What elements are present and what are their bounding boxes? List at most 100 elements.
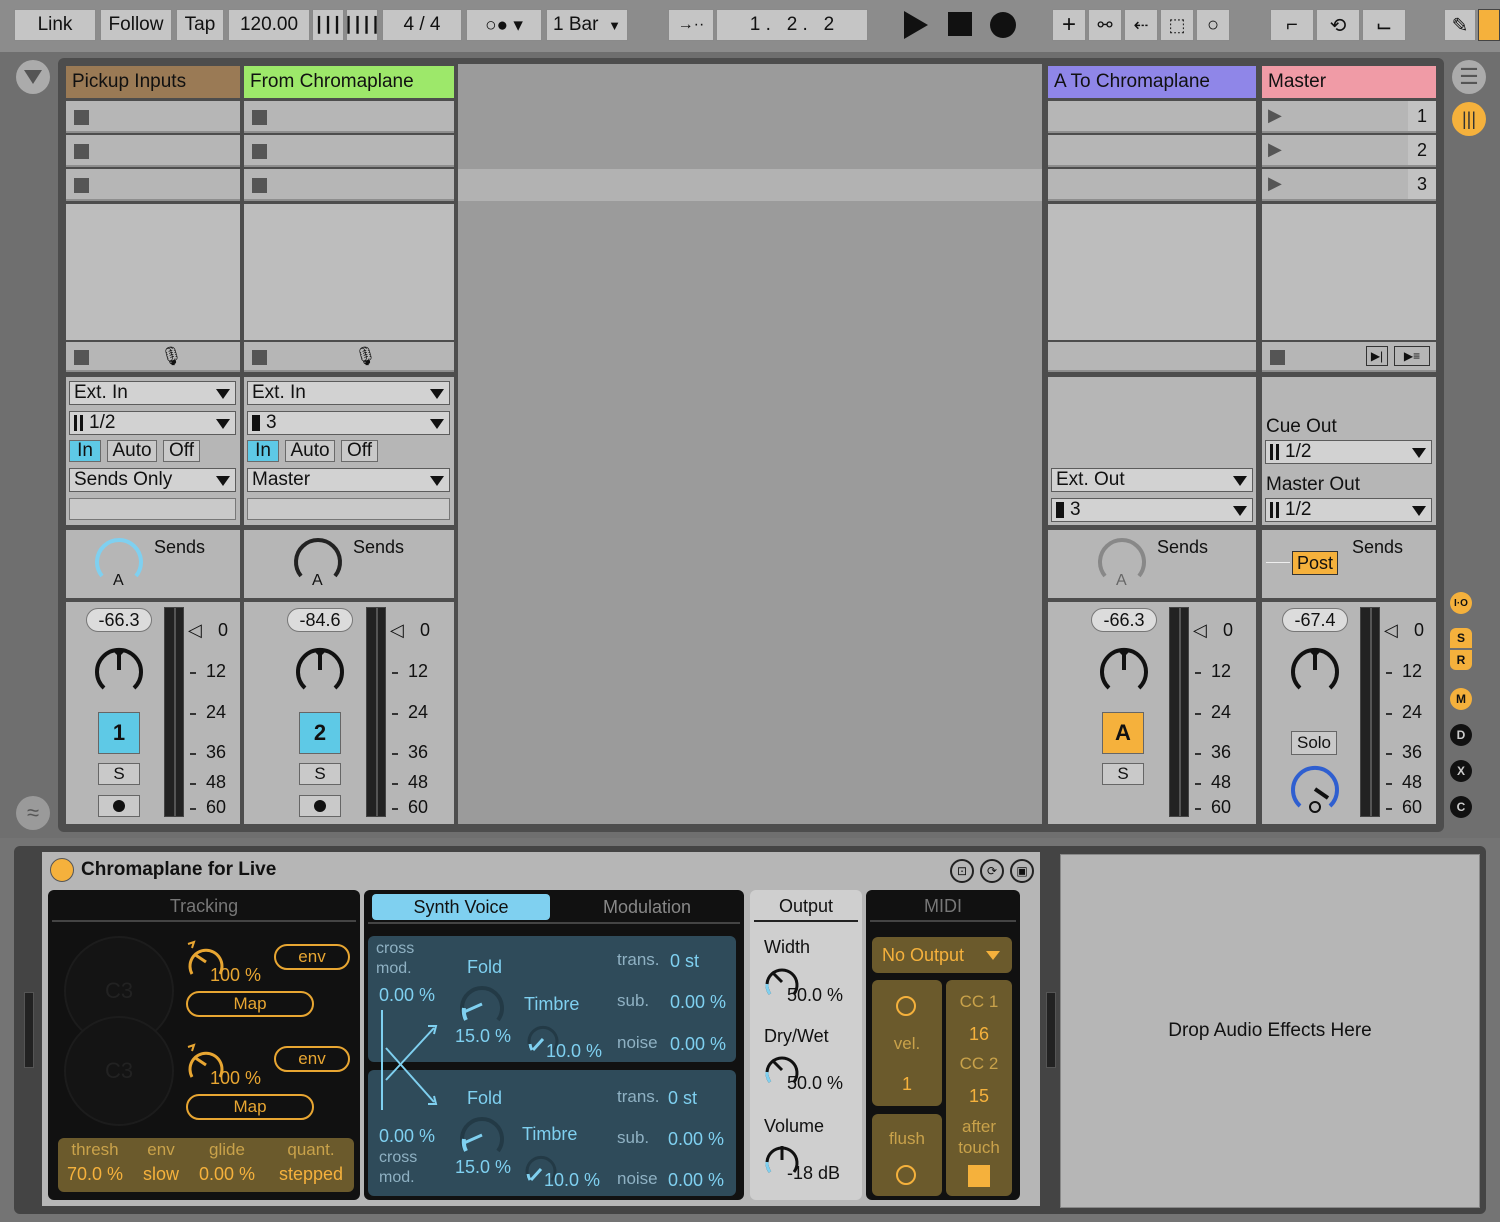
- scene-launch[interactable]: ▶ 3: [1262, 169, 1436, 201]
- stop-button-icon[interactable]: [252, 144, 267, 159]
- metronome-button[interactable]: ○● ▾: [466, 9, 542, 41]
- cc2-value[interactable]: 15: [946, 1086, 1012, 1107]
- hamburger-menu-icon[interactable]: ☰: [1452, 60, 1486, 94]
- pan-knob[interactable]: [92, 644, 146, 698]
- monitor-in-button[interactable]: In: [69, 440, 101, 462]
- audio-effects-drop-area[interactable]: Drop Audio Effects Here: [1060, 854, 1480, 1208]
- volume-field[interactable]: -84.6: [287, 608, 353, 632]
- stop-all-clips-icon[interactable]: [1270, 350, 1285, 365]
- voice-1-noise-value[interactable]: 0.00 %: [670, 1034, 726, 1055]
- return-track-header[interactable]: A To Chromaplane: [1048, 66, 1256, 98]
- track-activator-button[interactable]: A: [1102, 712, 1144, 754]
- time-signature-field[interactable]: 4 / 4: [382, 9, 462, 41]
- collapse-triangle-icon[interactable]: [16, 60, 50, 94]
- flush-button-icon[interactable]: [896, 1165, 916, 1185]
- pan-knob[interactable]: [1097, 644, 1151, 698]
- clip-slot[interactable]: [66, 169, 240, 201]
- add-icon[interactable]: +: [1052, 9, 1086, 41]
- thresh-param[interactable]: thresh 70.0 %: [60, 1140, 130, 1185]
- volume-fader-triangle-icon[interactable]: ◁: [188, 620, 202, 641]
- clip-slot[interactable]: [66, 135, 240, 167]
- record-icon[interactable]: [990, 12, 1016, 38]
- track-2-header[interactable]: From Chromaplane: [244, 66, 454, 98]
- pan-knob[interactable]: [1288, 644, 1342, 698]
- env-param[interactable]: env slow: [136, 1140, 186, 1185]
- device-save-icon[interactable]: ▣: [1010, 859, 1034, 883]
- voice-2-noise-value[interactable]: 0.00 %: [668, 1170, 724, 1191]
- synth-voice-tab[interactable]: Synth Voice: [372, 894, 550, 920]
- solo-button[interactable]: Solo: [1291, 731, 1337, 755]
- velocity-toggle-icon[interactable]: [896, 996, 916, 1016]
- arrangement-position-field[interactable]: 1 . 2 . 2: [716, 9, 868, 41]
- output-select[interactable]: Ext. Out: [1051, 468, 1253, 492]
- io-toggle-icon[interactable]: I·O: [1450, 592, 1472, 614]
- scene-launch[interactable]: ▶ 2: [1262, 135, 1436, 167]
- stop-button-icon[interactable]: [74, 178, 89, 193]
- link-button[interactable]: Link: [14, 9, 96, 41]
- mixer-toggle-icon[interactable]: M: [1450, 688, 1472, 710]
- follow-arrow-icon[interactable]: →··: [668, 9, 714, 41]
- track-activator-button[interactable]: 1: [98, 712, 140, 754]
- track-activator-button[interactable]: 2: [299, 712, 341, 754]
- clip-slot[interactable]: [244, 135, 454, 167]
- clip-slot[interactable]: [244, 169, 454, 201]
- cue-out-select[interactable]: 1/2: [1265, 440, 1432, 464]
- follow-button[interactable]: Follow: [100, 9, 172, 41]
- map-button-2[interactable]: Map: [186, 1094, 314, 1120]
- clip-slot[interactable]: [244, 101, 454, 133]
- crossfader-toggle-icon[interactable]: X: [1450, 760, 1472, 782]
- output-select[interactable]: Sends Only: [69, 468, 236, 492]
- volume-field[interactable]: -67.4: [1282, 608, 1348, 632]
- voice-2-cross-value[interactable]: 0.00 %: [379, 1126, 435, 1147]
- input-channel-select[interactable]: 1/2: [69, 411, 236, 435]
- midi-output-select[interactable]: No Output: [872, 937, 1012, 973]
- clip-view-toggle-icon[interactable]: C: [1450, 796, 1472, 818]
- returns-toggle-icon[interactable]: R: [1450, 650, 1472, 670]
- monitor-off-button[interactable]: Off: [163, 440, 200, 462]
- stop-button-icon[interactable]: [74, 144, 89, 159]
- clip-slot[interactable]: [66, 101, 240, 133]
- cc1-value[interactable]: 16: [946, 1024, 1012, 1045]
- voice-2-fold-knob[interactable]: [456, 1109, 508, 1161]
- stop-icon[interactable]: [948, 12, 972, 36]
- stop-button-icon[interactable]: [252, 178, 267, 193]
- volume-fader-triangle-icon[interactable]: ◁: [390, 620, 404, 641]
- voice-1-fold-knob[interactable]: [456, 978, 508, 1030]
- nudge-up-icon[interactable]: ┃┃┃┃: [344, 9, 380, 41]
- voice-1-cross-value[interactable]: 0.00 %: [379, 985, 435, 1006]
- aftertouch-toggle[interactable]: [968, 1165, 990, 1187]
- track-1-header[interactable]: Pickup Inputs: [66, 66, 240, 98]
- velocity-value[interactable]: 1: [872, 1074, 942, 1095]
- env-button-1[interactable]: env: [274, 944, 350, 970]
- monitor-auto-button[interactable]: Auto: [285, 440, 335, 462]
- device-layout-icon[interactable]: ⊡: [950, 859, 974, 883]
- tempo-field[interactable]: 120.00: [228, 9, 310, 41]
- capture-icon[interactable]: ⬚: [1160, 9, 1194, 41]
- session-record-icon[interactable]: ○: [1196, 9, 1230, 41]
- quant-param[interactable]: quant. stepped: [270, 1140, 352, 1185]
- arm-button[interactable]: [98, 795, 140, 817]
- voice-1-trans-value[interactable]: 0 st: [670, 951, 699, 972]
- punch-in-icon[interactable]: ⌐: [1270, 9, 1314, 41]
- draw-mode-icon[interactable]: ✎: [1444, 9, 1476, 41]
- device-preset-icon[interactable]: ⟳: [980, 859, 1004, 883]
- monitor-in-button[interactable]: In: [247, 440, 279, 462]
- insert-scene-icon[interactable]: ▶|: [1366, 346, 1388, 366]
- scene-list-icon[interactable]: ▶≡: [1394, 346, 1430, 366]
- automation-arm-icon[interactable]: ⚯: [1088, 9, 1122, 41]
- output-channel-select[interactable]: 3: [1051, 498, 1253, 522]
- key-map-icon[interactable]: [1478, 9, 1500, 41]
- volume-fader-triangle-icon[interactable]: ◁: [1384, 620, 1398, 641]
- stop-button-icon[interactable]: [74, 110, 89, 125]
- pan-knob[interactable]: [293, 644, 347, 698]
- clip-slot[interactable]: [1048, 135, 1256, 167]
- env-button-2[interactable]: env: [274, 1046, 350, 1072]
- scene-launch[interactable]: ▶ 1: [1262, 101, 1436, 133]
- voice-2-sub-value[interactable]: 0.00 %: [668, 1129, 724, 1150]
- clip-slot[interactable]: [1048, 101, 1256, 133]
- stop-button-icon[interactable]: [252, 110, 267, 125]
- stop-all-icon[interactable]: [252, 350, 267, 365]
- input-type-select[interactable]: Ext. In: [247, 381, 450, 405]
- output-channel-empty[interactable]: [247, 498, 450, 520]
- groove-icon[interactable]: ≈: [16, 796, 50, 830]
